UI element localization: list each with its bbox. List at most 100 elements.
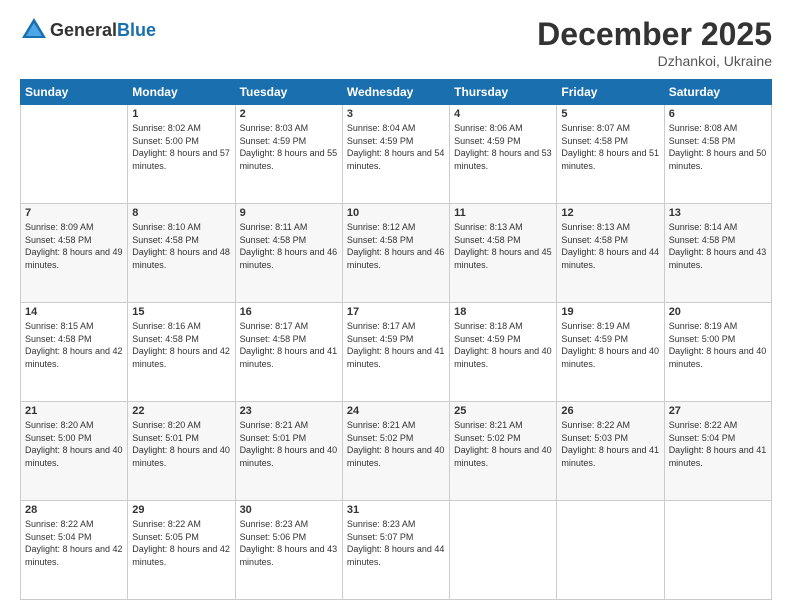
day-number: 11 [454, 207, 552, 219]
calendar-cell: 4 Sunrise: 8:06 AMSunset: 4:59 PMDayligh… [450, 105, 557, 204]
day-number: 29 [132, 504, 230, 516]
calendar-cell [450, 501, 557, 600]
table-row: 7 Sunrise: 8:09 AMSunset: 4:58 PMDayligh… [21, 204, 772, 303]
calendar-cell: 23 Sunrise: 8:21 AMSunset: 5:01 PMDaylig… [235, 402, 342, 501]
day-info: Sunrise: 8:17 AMSunset: 4:59 PMDaylight:… [347, 321, 445, 369]
calendar-cell [21, 105, 128, 204]
location-title: Dzhankoi, Ukraine [537, 53, 772, 69]
calendar-cell: 19 Sunrise: 8:19 AMSunset: 4:59 PMDaylig… [557, 303, 664, 402]
day-number: 28 [25, 504, 123, 516]
day-info: Sunrise: 8:19 AMSunset: 5:00 PMDaylight:… [669, 321, 767, 369]
day-info: Sunrise: 8:13 AMSunset: 4:58 PMDaylight:… [454, 222, 552, 270]
page: GeneralBlue December 2025 Dzhankoi, Ukra… [0, 0, 792, 612]
calendar-cell: 20 Sunrise: 8:19 AMSunset: 5:00 PMDaylig… [664, 303, 771, 402]
day-number: 18 [454, 306, 552, 318]
calendar-cell: 9 Sunrise: 8:11 AMSunset: 4:58 PMDayligh… [235, 204, 342, 303]
calendar-cell: 1 Sunrise: 8:02 AMSunset: 5:00 PMDayligh… [128, 105, 235, 204]
calendar-cell: 30 Sunrise: 8:23 AMSunset: 5:06 PMDaylig… [235, 501, 342, 600]
day-number: 2 [240, 108, 338, 120]
day-info: Sunrise: 8:23 AMSunset: 5:06 PMDaylight:… [240, 519, 338, 567]
weekday-header: Friday [557, 80, 664, 105]
day-info: Sunrise: 8:17 AMSunset: 4:58 PMDaylight:… [240, 321, 338, 369]
calendar-cell: 15 Sunrise: 8:16 AMSunset: 4:58 PMDaylig… [128, 303, 235, 402]
day-info: Sunrise: 8:11 AMSunset: 4:58 PMDaylight:… [240, 222, 338, 270]
day-number: 15 [132, 306, 230, 318]
calendar-cell: 17 Sunrise: 8:17 AMSunset: 4:59 PMDaylig… [342, 303, 449, 402]
calendar-cell: 29 Sunrise: 8:22 AMSunset: 5:05 PMDaylig… [128, 501, 235, 600]
day-info: Sunrise: 8:10 AMSunset: 4:58 PMDaylight:… [132, 222, 230, 270]
day-number: 3 [347, 108, 445, 120]
day-number: 1 [132, 108, 230, 120]
day-number: 26 [561, 405, 659, 417]
weekday-header: Wednesday [342, 80, 449, 105]
day-number: 9 [240, 207, 338, 219]
calendar-cell: 18 Sunrise: 8:18 AMSunset: 4:59 PMDaylig… [450, 303, 557, 402]
day-info: Sunrise: 8:08 AMSunset: 4:58 PMDaylight:… [669, 123, 767, 171]
day-number: 6 [669, 108, 767, 120]
weekday-header: Thursday [450, 80, 557, 105]
day-number: 7 [25, 207, 123, 219]
day-info: Sunrise: 8:04 AMSunset: 4:59 PMDaylight:… [347, 123, 445, 171]
logo-text: GeneralBlue [50, 20, 156, 41]
day-info: Sunrise: 8:18 AMSunset: 4:59 PMDaylight:… [454, 321, 552, 369]
calendar-cell [664, 501, 771, 600]
calendar-cell: 24 Sunrise: 8:21 AMSunset: 5:02 PMDaylig… [342, 402, 449, 501]
day-info: Sunrise: 8:22 AMSunset: 5:04 PMDaylight:… [25, 519, 123, 567]
day-number: 23 [240, 405, 338, 417]
calendar-cell: 16 Sunrise: 8:17 AMSunset: 4:58 PMDaylig… [235, 303, 342, 402]
day-number: 14 [25, 306, 123, 318]
day-number: 10 [347, 207, 445, 219]
table-row: 21 Sunrise: 8:20 AMSunset: 5:00 PMDaylig… [21, 402, 772, 501]
title-block: December 2025 Dzhankoi, Ukraine [537, 16, 772, 69]
calendar-cell: 8 Sunrise: 8:10 AMSunset: 4:58 PMDayligh… [128, 204, 235, 303]
day-number: 31 [347, 504, 445, 516]
calendar-cell: 22 Sunrise: 8:20 AMSunset: 5:01 PMDaylig… [128, 402, 235, 501]
day-info: Sunrise: 8:03 AMSunset: 4:59 PMDaylight:… [240, 123, 338, 171]
calendar-cell: 27 Sunrise: 8:22 AMSunset: 5:04 PMDaylig… [664, 402, 771, 501]
day-info: Sunrise: 8:21 AMSunset: 5:01 PMDaylight:… [240, 420, 338, 468]
day-info: Sunrise: 8:14 AMSunset: 4:58 PMDaylight:… [669, 222, 767, 270]
weekday-header: Saturday [664, 80, 771, 105]
day-info: Sunrise: 8:16 AMSunset: 4:58 PMDaylight:… [132, 321, 230, 369]
day-info: Sunrise: 8:20 AMSunset: 5:01 PMDaylight:… [132, 420, 230, 468]
weekday-header: Tuesday [235, 80, 342, 105]
calendar-cell: 25 Sunrise: 8:21 AMSunset: 5:02 PMDaylig… [450, 402, 557, 501]
day-number: 8 [132, 207, 230, 219]
day-number: 27 [669, 405, 767, 417]
day-number: 12 [561, 207, 659, 219]
logo-general: General [50, 20, 117, 40]
calendar-cell: 10 Sunrise: 8:12 AMSunset: 4:58 PMDaylig… [342, 204, 449, 303]
day-info: Sunrise: 8:23 AMSunset: 5:07 PMDaylight:… [347, 519, 445, 567]
day-number: 20 [669, 306, 767, 318]
day-number: 19 [561, 306, 659, 318]
day-number: 13 [669, 207, 767, 219]
day-info: Sunrise: 8:09 AMSunset: 4:58 PMDaylight:… [25, 222, 123, 270]
day-info: Sunrise: 8:22 AMSunset: 5:03 PMDaylight:… [561, 420, 659, 468]
header: GeneralBlue December 2025 Dzhankoi, Ukra… [20, 16, 772, 69]
table-row: 1 Sunrise: 8:02 AMSunset: 5:00 PMDayligh… [21, 105, 772, 204]
day-info: Sunrise: 8:21 AMSunset: 5:02 PMDaylight:… [347, 420, 445, 468]
day-number: 5 [561, 108, 659, 120]
day-info: Sunrise: 8:22 AMSunset: 5:04 PMDaylight:… [669, 420, 767, 468]
calendar-cell: 2 Sunrise: 8:03 AMSunset: 4:59 PMDayligh… [235, 105, 342, 204]
day-number: 30 [240, 504, 338, 516]
calendar-cell: 14 Sunrise: 8:15 AMSunset: 4:58 PMDaylig… [21, 303, 128, 402]
calendar-cell: 12 Sunrise: 8:13 AMSunset: 4:58 PMDaylig… [557, 204, 664, 303]
day-info: Sunrise: 8:22 AMSunset: 5:05 PMDaylight:… [132, 519, 230, 567]
day-info: Sunrise: 8:21 AMSunset: 5:02 PMDaylight:… [454, 420, 552, 468]
calendar-cell: 7 Sunrise: 8:09 AMSunset: 4:58 PMDayligh… [21, 204, 128, 303]
day-number: 21 [25, 405, 123, 417]
calendar-cell: 5 Sunrise: 8:07 AMSunset: 4:58 PMDayligh… [557, 105, 664, 204]
logo: GeneralBlue [20, 16, 156, 44]
weekday-header: Sunday [21, 80, 128, 105]
month-title: December 2025 [537, 16, 772, 53]
day-info: Sunrise: 8:12 AMSunset: 4:58 PMDaylight:… [347, 222, 445, 270]
day-number: 4 [454, 108, 552, 120]
weekday-header: Monday [128, 80, 235, 105]
day-info: Sunrise: 8:02 AMSunset: 5:00 PMDaylight:… [132, 123, 230, 171]
calendar-cell [557, 501, 664, 600]
calendar-body: 1 Sunrise: 8:02 AMSunset: 5:00 PMDayligh… [21, 105, 772, 600]
calendar-header: SundayMondayTuesdayWednesdayThursdayFrid… [21, 80, 772, 105]
logo-blue: Blue [117, 20, 156, 40]
calendar-cell: 13 Sunrise: 8:14 AMSunset: 4:58 PMDaylig… [664, 204, 771, 303]
